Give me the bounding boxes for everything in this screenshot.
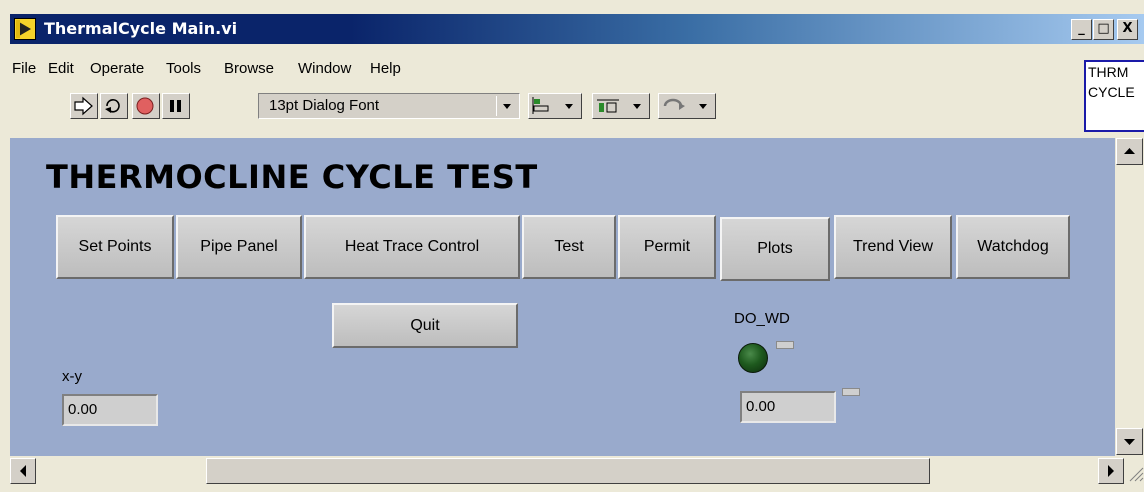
permit-label: Permit — [643, 238, 691, 255]
vi-icon-label: THRM CYCLE — [1084, 60, 1144, 132]
set-points-button[interactable]: Set Points — [56, 215, 174, 279]
trend-view-label: Trend View — [852, 238, 934, 255]
led-tag — [776, 341, 794, 349]
scroll-down-button[interactable] — [1116, 428, 1143, 455]
menu-bar: File Edit Operate Tools Browse Window He… — [10, 56, 1080, 86]
abort-icon — [136, 97, 154, 115]
do-wd-indicator[interactable]: 0.00 — [740, 391, 836, 423]
abort-button[interactable] — [132, 93, 160, 119]
vertical-scrollbar[interactable] — [1115, 138, 1144, 456]
plots-button[interactable]: Plots — [720, 217, 830, 281]
vi-icon-label-line1: THRM — [1088, 64, 1129, 80]
pipe-panel-label: Pipe Panel — [200, 238, 278, 255]
window-title: ThermalCycle Main.vi — [44, 19, 238, 38]
trend-view-button[interactable]: Trend View — [834, 215, 952, 279]
font-select-value: 13pt Dialog Font — [269, 97, 380, 114]
menu-help[interactable]: Help — [370, 60, 401, 77]
align-objects-button[interactable] — [528, 93, 582, 119]
labview-window: ThermalCycle Main.vi _ □ X File Edit Ope… — [0, 0, 1144, 492]
page-title: THERMOCLINE CYCLE TEST — [46, 158, 538, 196]
run-continuously-button[interactable] — [100, 93, 128, 119]
close-button[interactable]: X — [1117, 19, 1138, 40]
distribute-objects-button[interactable] — [592, 93, 650, 119]
menu-window[interactable]: Window — [298, 60, 351, 77]
pause-icon — [170, 100, 181, 112]
minimize-button[interactable]: _ — [1071, 19, 1092, 40]
horizontal-scrollbar[interactable] — [10, 456, 1144, 488]
distribute-objects-icon — [597, 99, 641, 113]
align-objects-icon — [532, 97, 573, 114]
quit-button[interactable]: Quit — [332, 303, 518, 348]
arrow-right-icon — [1108, 465, 1114, 477]
menu-browse[interactable]: Browse — [224, 60, 274, 77]
menu-operate[interactable]: Operate — [90, 60, 144, 77]
menu-edit[interactable]: Edit — [48, 60, 74, 77]
run-arrow-icon — [74, 96, 93, 116]
xy-label: x-y — [62, 368, 82, 385]
pipe-panel-button[interactable]: Pipe Panel — [176, 215, 302, 279]
resize-grip-icon[interactable] — [1126, 462, 1144, 482]
maximize-button[interactable]: □ — [1093, 19, 1114, 40]
watchdog-button[interactable]: Watchdog — [956, 215, 1070, 279]
run-button[interactable] — [70, 93, 98, 119]
watchdog-label: Watchdog — [977, 238, 1049, 255]
indicator-tag — [842, 388, 860, 396]
scroll-right-button[interactable] — [1098, 458, 1124, 484]
font-select[interactable]: 13pt Dialog Font — [258, 93, 520, 119]
permit-button[interactable]: Permit — [618, 215, 716, 279]
chevron-down-icon[interactable] — [496, 96, 517, 116]
heat-trace-control-button[interactable]: Heat Trace Control — [304, 215, 520, 279]
reorder-icon — [663, 98, 707, 110]
do-wd-led[interactable] — [738, 343, 768, 373]
reorder-button[interactable] — [658, 93, 716, 119]
run-continuous-icon — [105, 99, 120, 113]
pause-button[interactable] — [162, 93, 190, 119]
xy-indicator[interactable]: 0.00 — [62, 394, 158, 426]
scroll-left-button[interactable] — [10, 458, 36, 484]
set-points-label: Set Points — [78, 238, 152, 255]
do-wd-label: DO_WD — [734, 310, 790, 327]
scroll-up-button[interactable] — [1116, 138, 1143, 165]
test-button[interactable]: Test — [522, 215, 616, 279]
title-bar[interactable]: ThermalCycle Main.vi _ □ X — [10, 14, 1144, 44]
toolbar: 13pt Dialog Font — [10, 86, 1080, 126]
menu-file[interactable]: File — [12, 60, 36, 77]
menu-tools[interactable]: Tools — [166, 60, 201, 77]
arrow-up-icon — [1124, 148, 1135, 154]
plots-label: Plots — [757, 240, 793, 257]
arrow-left-icon — [20, 465, 26, 477]
horizontal-scroll-thumb[interactable] — [206, 458, 930, 484]
labview-vi-icon — [14, 18, 36, 40]
arrow-down-icon — [1124, 439, 1135, 445]
heat-trace-control-label: Heat Trace Control — [344, 238, 480, 255]
front-panel: THERMOCLINE CYCLE TEST Set Points Pipe P… — [10, 138, 1115, 456]
test-label: Test — [554, 238, 584, 255]
vi-icon-label-line2: CYCLE — [1088, 84, 1135, 100]
